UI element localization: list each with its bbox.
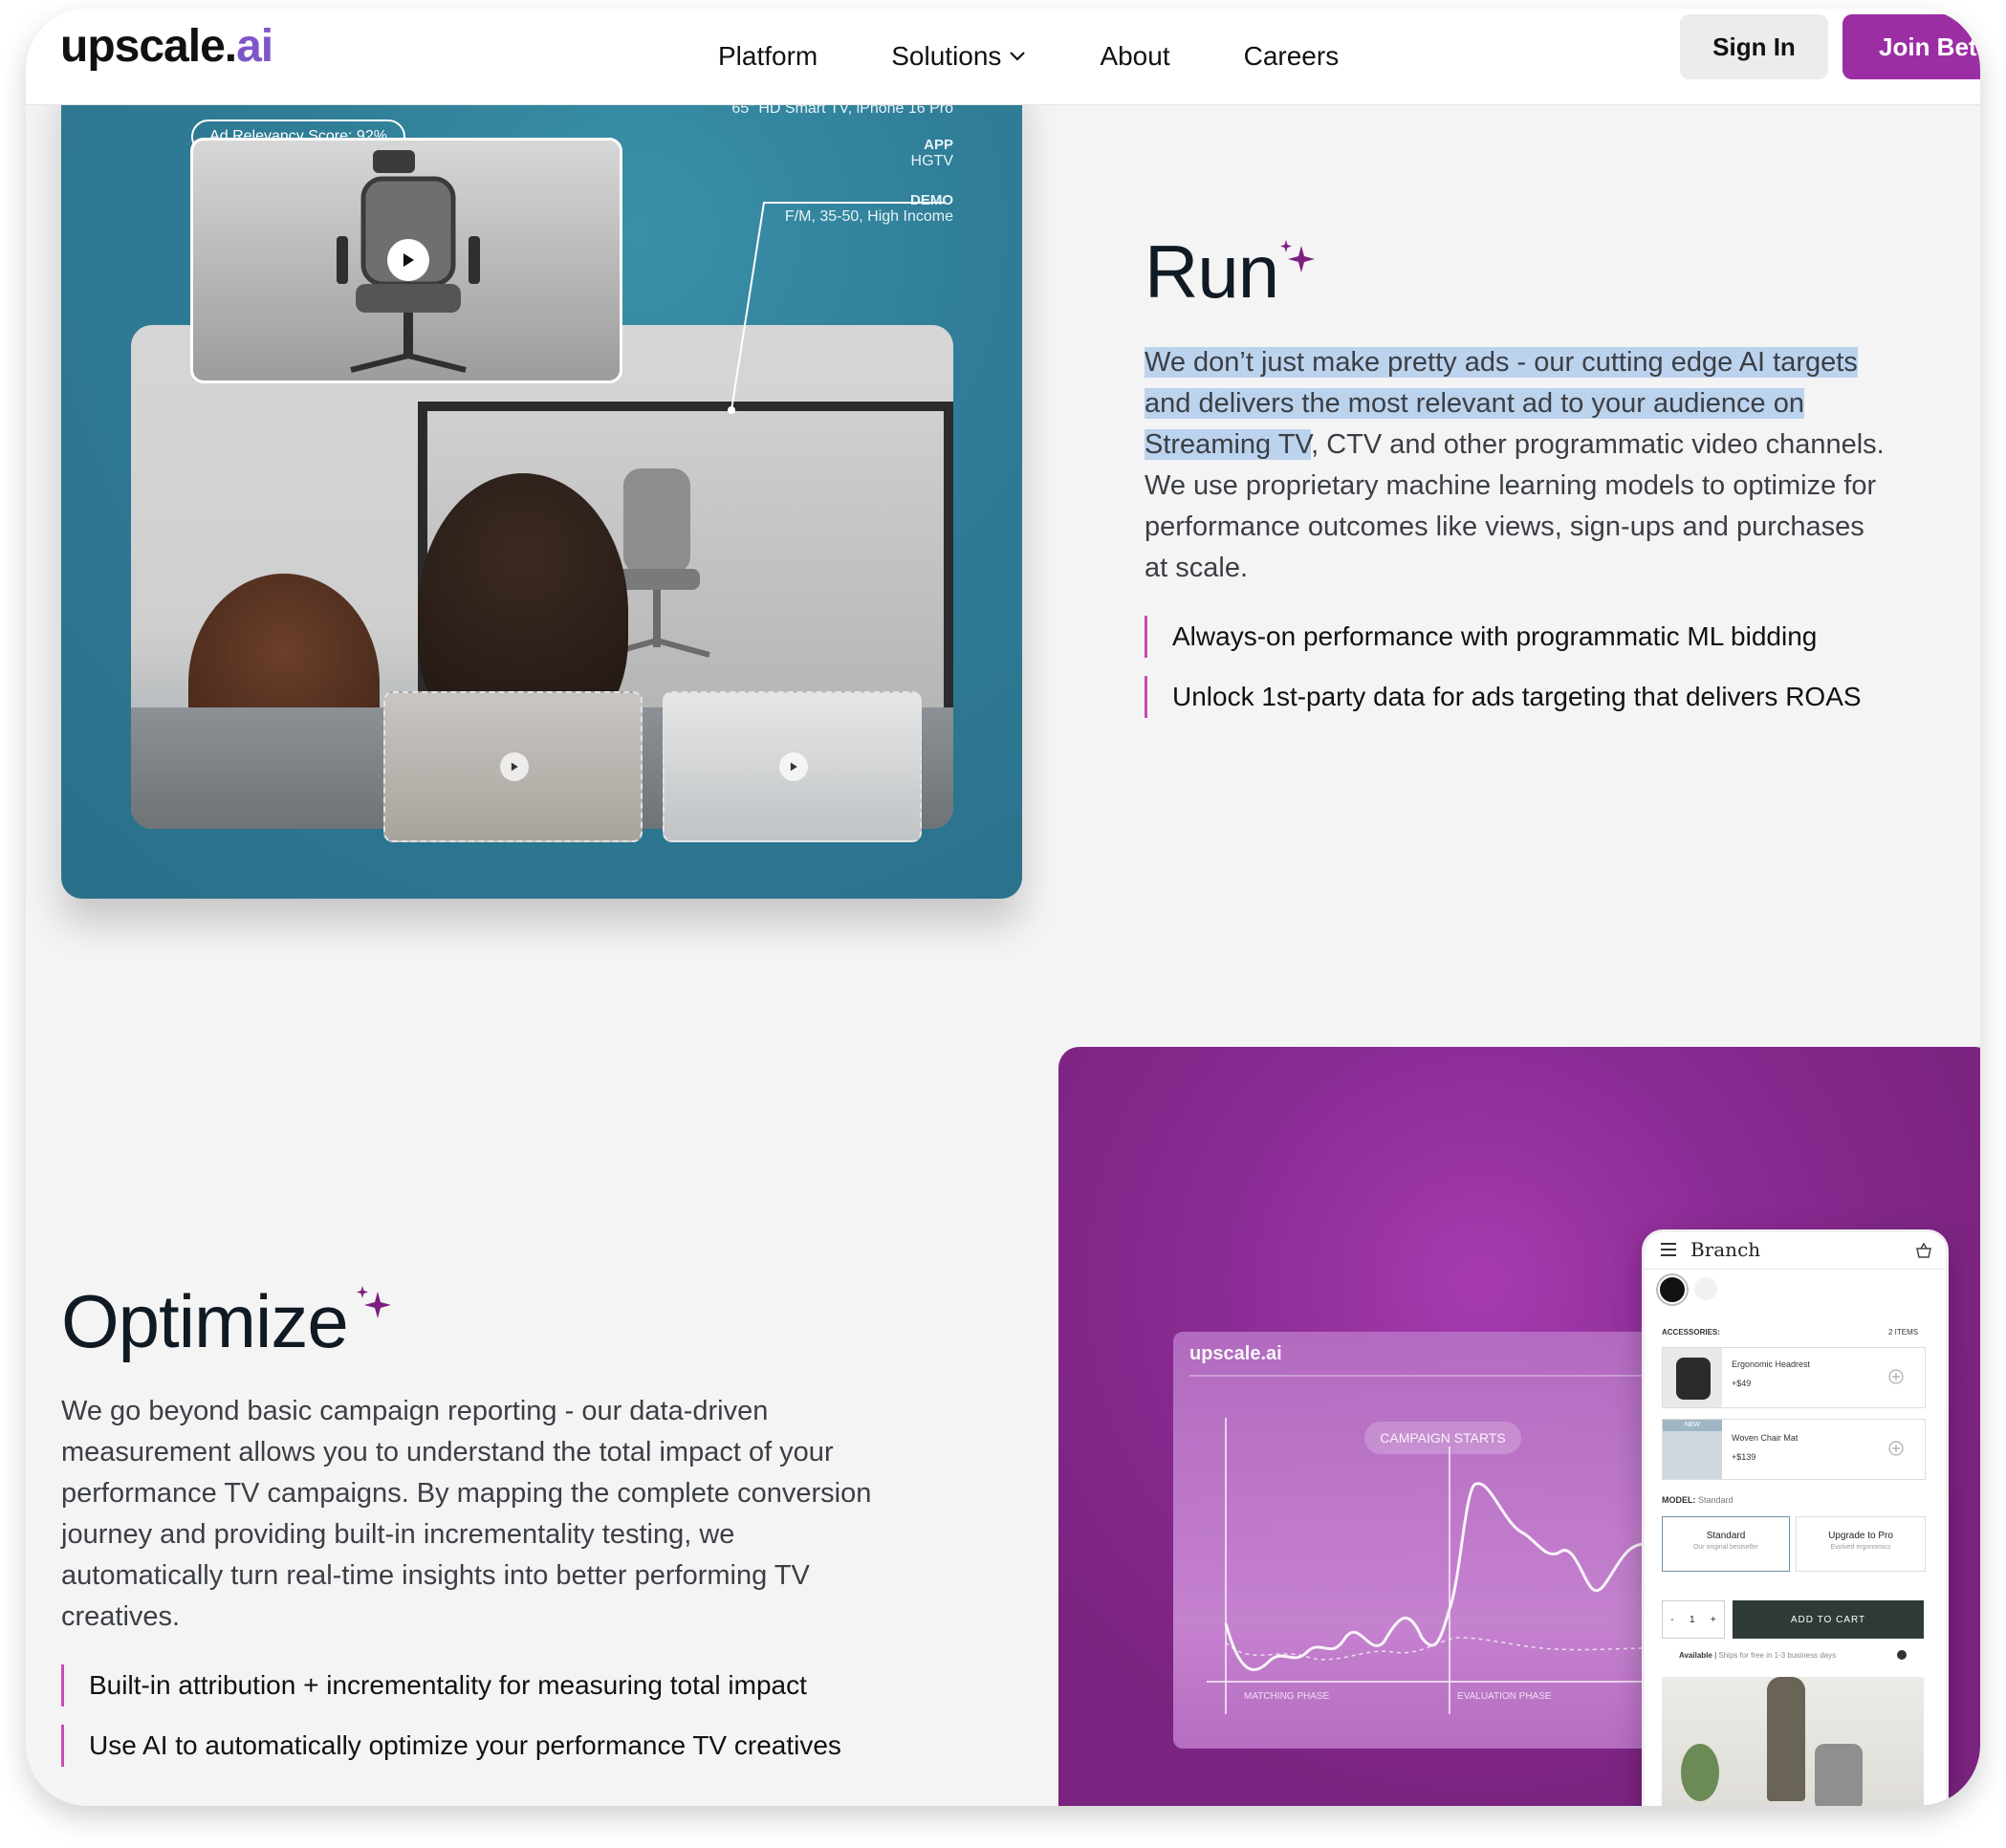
chevron-down-icon: [1010, 52, 1026, 61]
divider: [1645, 1269, 1946, 1270]
model-row: MODEL: Standard: [1662, 1495, 1733, 1505]
model-label: MODEL:: [1662, 1495, 1696, 1505]
option-title: Upgrade to Pro: [1828, 1531, 1893, 1541]
logo-text: upscale.: [60, 21, 237, 72]
ad-variant-thumbnail-2[interactable]: [663, 691, 922, 842]
add-circle-icon[interactable]: [1888, 1441, 1904, 1456]
featured-ad-video[interactable]: [190, 138, 622, 383]
add-circle-icon[interactable]: [1888, 1369, 1904, 1384]
browser-window: upscale.ai Platform Solutions About Care…: [26, 9, 1980, 1806]
accessory-item-chair-mat[interactable]: NEW Woven Chair Mat +$139: [1662, 1419, 1926, 1480]
play-icon[interactable]: [500, 752, 529, 781]
item-price: +$49: [1732, 1379, 1752, 1388]
nav-careers-label: Careers: [1243, 41, 1340, 71]
sparkle-icon: [1280, 240, 1315, 272]
sparkle-icon: [357, 1286, 391, 1318]
item-name: Ergonomic Headrest: [1732, 1359, 1811, 1369]
run-description: We don’t just make pretty ads - our cutt…: [1145, 342, 1890, 589]
new-badge: NEW: [1663, 1420, 1722, 1431]
store-title: Branch: [1690, 1238, 1761, 1261]
nav-about-label: About: [1100, 41, 1170, 71]
quantity-stepper[interactable]: - 1 +: [1662, 1600, 1725, 1639]
basket-icon[interactable]: [1915, 1242, 1932, 1259]
phone-storefront-mockup: Branch ACCESSORIES: 2 ITEMS Ergonomic He…: [1642, 1229, 1949, 1806]
option-subtitle: Evolved ergonomics: [1830, 1544, 1891, 1551]
shipping-text: Ships for free in 1-3 business days: [1718, 1651, 1837, 1660]
info-icon[interactable]: [1897, 1650, 1907, 1660]
logo-ai-text: ai: [236, 21, 273, 72]
decrement-button[interactable]: -: [1670, 1615, 1673, 1625]
run-visual-card: 65" HD Smart TV, iPhone 16 Pro APP HGTV …: [61, 66, 1022, 899]
campaign-starts-pill: CAMPAIGN STARTS: [1364, 1422, 1521, 1454]
run-bullet-2: Unlock 1st-party data for ads targeting …: [1145, 676, 1862, 718]
play-icon[interactable]: [387, 239, 429, 281]
join-beta-button[interactable]: Join Beta: [1842, 14, 1980, 79]
accessories-label: ACCESSORIES:: [1662, 1328, 1720, 1337]
headrest-thumbnail: [1663, 1348, 1722, 1407]
upscale-logo[interactable]: upscale.ai: [60, 20, 273, 73]
analytics-chart-widget: upscale.ai CAMPAIGN STARTS MATCHING PHAS…: [1173, 1332, 1670, 1749]
site-header: upscale.ai Platform Solutions About Care…: [26, 9, 1980, 105]
main-nav: Platform Solutions About Careers: [718, 9, 1412, 104]
model-option-standard[interactable]: Standard Our original bestseller: [1662, 1516, 1790, 1572]
availability-row: Available | Ships for free in 1-3 busine…: [1679, 1651, 1837, 1660]
items-count: 2 ITEMS: [1888, 1328, 1919, 1337]
matching-phase-label: MATCHING PHASE: [1244, 1691, 1330, 1702]
color-swatch-white[interactable]: [1694, 1277, 1717, 1300]
nav-careers[interactable]: Careers: [1244, 41, 1340, 72]
option-subtitle: Our original bestseller: [1692, 1544, 1759, 1551]
item-name: Woven Chair Mat: [1732, 1433, 1799, 1443]
optimize-description: We go beyond basic campaign reporting - …: [61, 1396, 872, 1632]
ad-variant-thumbnail-1[interactable]: [383, 691, 643, 842]
chair-mat-thumbnail: NEW: [1663, 1420, 1722, 1479]
color-swatch-black[interactable]: [1658, 1275, 1687, 1304]
nav-platform-label: Platform: [718, 41, 818, 71]
add-to-cart-button[interactable]: ADD TO CART: [1733, 1600, 1924, 1639]
accessory-item-headrest[interactable]: Ergonomic Headrest +$49: [1662, 1347, 1926, 1408]
nav-solutions-label: Solutions: [891, 41, 1002, 71]
item-price: +$139: [1732, 1452, 1756, 1462]
optimize-bullet-2: Use AI to automatically optimize your pe…: [61, 1725, 841, 1767]
run-heading: Run: [1145, 229, 1279, 314]
model-value: Standard: [1698, 1495, 1733, 1505]
model-option-pro[interactable]: Upgrade to Pro Evolved ergonomics: [1796, 1516, 1926, 1572]
nav-solutions[interactable]: Solutions: [891, 41, 1026, 72]
lifestyle-product-image: [1662, 1677, 1924, 1806]
optimize-heading: Optimize: [61, 1279, 349, 1363]
performance-chart: [1189, 1375, 1670, 1714]
option-title: Standard: [1706, 1531, 1746, 1541]
hamburger-menu-icon[interactable]: [1660, 1242, 1677, 1257]
optimize-visual-card: upscale.ai CAMPAIGN STARTS MATCHING PHAS…: [1058, 1047, 1980, 1806]
available-label: Available: [1679, 1651, 1712, 1660]
nav-about[interactable]: About: [1100, 41, 1169, 72]
quantity-value: 1: [1689, 1614, 1695, 1625]
nav-platform[interactable]: Platform: [718, 41, 818, 72]
sign-in-button[interactable]: Sign In: [1680, 14, 1828, 79]
evaluation-phase-label: EVALUATION PHASE: [1457, 1691, 1552, 1702]
play-icon[interactable]: [779, 752, 808, 781]
increment-button[interactable]: +: [1711, 1615, 1716, 1625]
optimize-bullet-1: Built-in attribution + incrementality fo…: [61, 1664, 807, 1707]
run-bullet-1: Always-on performance with programmatic …: [1145, 616, 1817, 658]
